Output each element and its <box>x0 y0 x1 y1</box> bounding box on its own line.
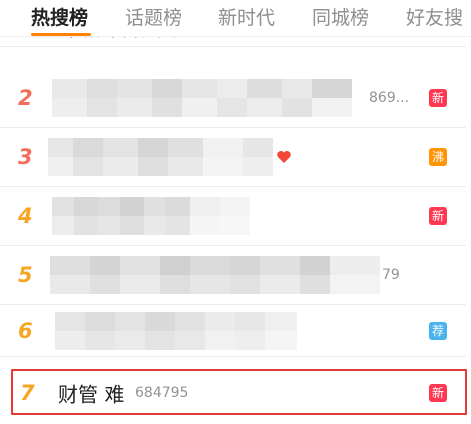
tab-new-era[interactable]: 新时代 <box>218 3 275 33</box>
active-tab-indicator <box>31 33 91 36</box>
tab-local[interactable]: 同城榜 <box>312 3 369 33</box>
blurred-title <box>52 79 352 117</box>
tab-hot-search[interactable]: 热搜榜 <box>31 3 88 33</box>
list-item[interactable]: 2 869... 新 <box>0 69 466 128</box>
list-item[interactable]: 4 新 <box>0 187 466 246</box>
new-badge: 新 <box>429 89 447 107</box>
rank-number: 2 <box>18 86 33 110</box>
list-item[interactable]: 3 沸 <box>0 128 466 187</box>
recommended-badge: 荐 <box>429 321 447 340</box>
list-item[interactable]: 6 荐 <box>0 305 466 357</box>
rank-number: 5 <box>18 263 33 287</box>
heat-count: 869... <box>369 90 410 106</box>
heat-count: 684795 <box>135 384 189 401</box>
blurred-title <box>52 197 250 235</box>
list-item-title: 财管 难 <box>58 382 125 406</box>
rank-number: 3 <box>18 145 33 169</box>
rank-number: 6 <box>18 318 33 343</box>
blurred-title <box>50 256 380 294</box>
new-badge: 新 <box>429 383 447 402</box>
tab-friends-search[interactable]: 好友搜 <box>406 3 463 33</box>
new-badge: 新 <box>429 207 447 225</box>
list-item[interactable]: 5 79 <box>0 246 466 305</box>
tab-topics[interactable]: 话题榜 <box>125 3 182 33</box>
blurred-title <box>55 311 297 350</box>
heart-icon <box>277 151 291 163</box>
boiling-badge: 沸 <box>429 148 447 166</box>
blurred-title <box>48 138 273 176</box>
rank-number: 7 <box>20 380 35 405</box>
heat-count: 79 <box>382 267 400 283</box>
top-tab-bar: 热搜榜 话题榜 新时代 同城榜 好友搜 <box>0 0 471 37</box>
list-item[interactable]: 7 财管 难 684795 新 <box>0 370 466 415</box>
rank-number: 4 <box>18 204 33 228</box>
